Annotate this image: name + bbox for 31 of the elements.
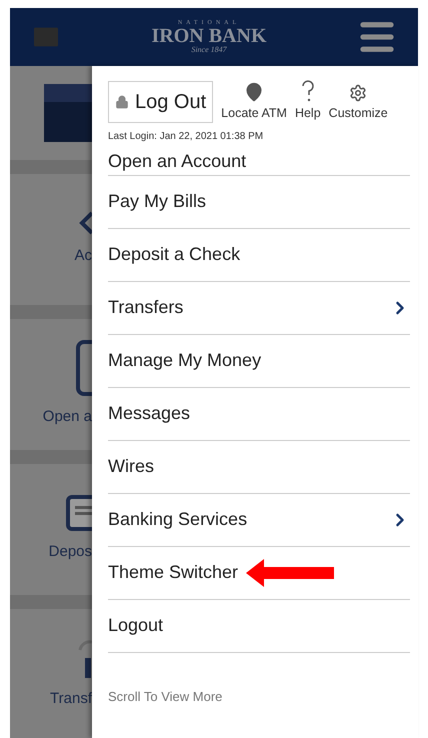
action-button[interactable]: Help xyxy=(294,80,321,123)
menu-item[interactable]: Deposit a Check xyxy=(108,241,240,268)
menu-item[interactable]: Transfers xyxy=(108,294,184,322)
document-icon xyxy=(66,495,92,532)
menu-item[interactable]: Theme Switcher xyxy=(108,559,238,586)
scroll-hint-text: Scroll To View More xyxy=(108,688,224,706)
menu-item[interactable]: Pay My Bills xyxy=(108,188,206,216)
menu-item[interactable]: Banking Services xyxy=(108,506,248,534)
transfer-icon xyxy=(76,638,92,678)
menu-item[interactable]: Logout xyxy=(108,612,164,640)
logo-name-text: IRON BANK xyxy=(151,26,266,46)
last-login-text: Last Login: Jan 22, 2021 01:38 PM xyxy=(108,130,264,144)
card-banner xyxy=(44,84,92,142)
menu-item[interactable]: Open an Account xyxy=(108,148,246,175)
settings-icon xyxy=(349,84,368,102)
action-button[interactable]: Customize xyxy=(328,84,388,123)
card-icon xyxy=(76,340,92,396)
menu-item[interactable]: Manage My Money xyxy=(108,347,262,374)
arrows-icon xyxy=(78,211,92,236)
help-icon xyxy=(300,80,315,102)
action-button[interactable]: Locate ATM xyxy=(221,82,287,123)
tile-label: Ac xyxy=(74,246,92,266)
tile-label: Depos xyxy=(48,542,92,562)
lock-icon xyxy=(115,94,129,109)
tile-label: Transf xyxy=(50,689,92,710)
tile-label: Open a xyxy=(42,407,92,428)
menu-item[interactable]: Messages xyxy=(108,400,190,428)
log-out-button[interactable]: Log Out xyxy=(108,80,214,123)
menu-item[interactable]: Wires xyxy=(108,453,154,480)
logo-tagline-text: Since 1847 xyxy=(191,46,227,54)
location-pin-icon xyxy=(244,82,264,102)
